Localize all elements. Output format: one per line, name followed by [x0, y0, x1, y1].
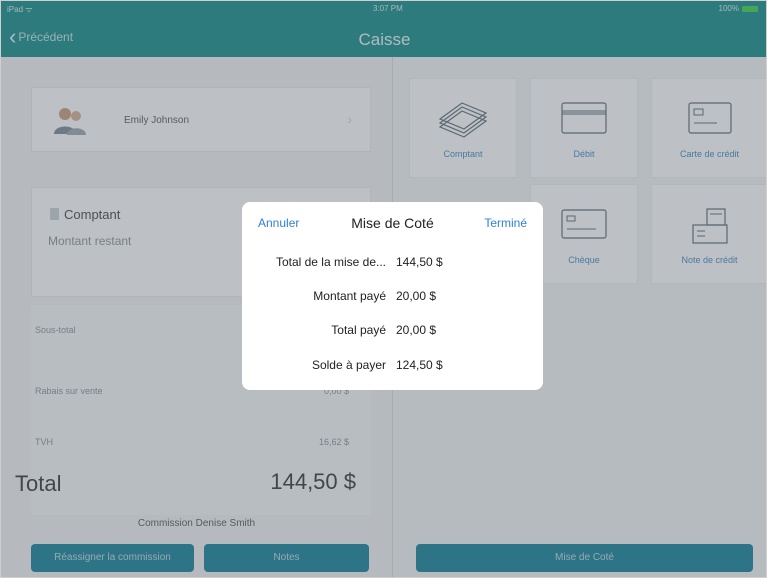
dialog-row-label: Montant payé [313, 289, 386, 303]
dialog-row: Total de la mise de... 144,50 $ [242, 255, 543, 273]
dialog-row-value: 144,50 $ [396, 255, 443, 269]
dialog-row-label: Total payé [331, 323, 386, 337]
dialog-row: Montant payé 20,00 $ [242, 289, 543, 307]
dialog-row: Total payé 20,00 $ [242, 323, 543, 341]
layaway-dialog: Annuler Mise de Coté Terminé Total de la… [242, 202, 543, 390]
dialog-row-value: 124,50 $ [396, 358, 443, 372]
app-window: iPad ᯤ 3:07 PM 100% ‹ Précédent Caisse E… [0, 0, 767, 578]
dialog-row-value: 20,00 $ [396, 289, 437, 303]
done-button[interactable]: Terminé [484, 216, 527, 230]
dialog-row: Solde à payer 124,50 $ [242, 358, 543, 376]
dialog-header: Annuler Mise de Coté Terminé [242, 202, 543, 242]
dialog-row-label: Total de la mise de... [275, 255, 386, 269]
dialog-row-label: Solde à payer [311, 358, 386, 372]
dialog-row-value: 20,00 $ [396, 323, 437, 337]
